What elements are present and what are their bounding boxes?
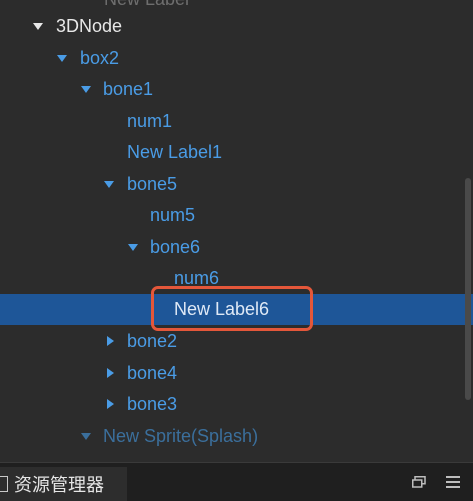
vertical-scrollbar[interactable] [465, 178, 471, 400]
expand-right-icon[interactable] [107, 399, 114, 409]
tree-row-bone4[interactable]: bone4 [0, 358, 473, 389]
tree-row-label: bone5 [127, 174, 178, 194]
tree-row-new-label1[interactable]: New Label1 [0, 137, 473, 168]
tree-row-label: bone2 [127, 331, 178, 351]
expand-down-icon[interactable] [81, 86, 91, 93]
tree-row-box2[interactable]: box2 [0, 43, 473, 74]
tree-row-new-label6[interactable]: New Label6 [0, 294, 473, 325]
expand-right-icon[interactable] [107, 336, 114, 346]
expand-down-icon[interactable] [128, 244, 138, 251]
tree-row-num1[interactable]: num1 [0, 106, 473, 137]
tree-row-bone3[interactable]: bone3 [0, 389, 473, 420]
tree-row-label: num6 [174, 268, 220, 288]
tree-row-label: num1 [127, 111, 173, 131]
tree-row-label: New Label6 [174, 299, 270, 319]
expand-down-icon[interactable] [81, 433, 91, 440]
tree-row-label: box2 [80, 48, 120, 68]
tree-row-label: New Sprite(Splash) [103, 426, 259, 446]
tree-row-label: New Label1 [127, 142, 223, 162]
tab-label: 资源管理器 [14, 475, 104, 495]
menu-icon[interactable] [446, 476, 460, 488]
tree-row-label: bone1 [103, 79, 154, 99]
window-icon[interactable] [412, 476, 426, 488]
expand-down-icon[interactable] [57, 55, 67, 62]
tree-row-label: num5 [150, 205, 196, 225]
tree-row-num6[interactable]: num6 [0, 263, 473, 294]
panel-icon [0, 476, 8, 492]
hierarchy-panel: New Label 3DNode box2 bone1 num1 New Lab… [0, 0, 473, 462]
tree-row-bone6[interactable]: bone6 [0, 232, 473, 263]
expand-down-icon[interactable] [104, 181, 114, 188]
bottom-panel-bar: 资源管理器 [0, 462, 473, 501]
tree-row-3dnode[interactable]: 3DNode [0, 11, 473, 42]
tree-row-new-sprite-splash[interactable]: New Sprite(Splash) [0, 421, 473, 452]
expand-right-icon[interactable] [107, 368, 114, 378]
tab-asset-manager[interactable]: 资源管理器 [0, 467, 127, 501]
tree-row-label: bone4 [127, 363, 178, 383]
expand-down-icon[interactable] [33, 23, 43, 30]
tree-row-bone2[interactable]: bone2 [0, 326, 473, 357]
tree-row-bone1[interactable]: bone1 [0, 74, 473, 105]
tree-row-bone5[interactable]: bone5 [0, 169, 473, 200]
tree-row-label: 3DNode [56, 16, 123, 36]
tree-row-label: bone3 [127, 394, 178, 414]
tree-row-label: bone6 [150, 237, 201, 257]
tree-row-num5[interactable]: num5 [0, 200, 473, 231]
tree-row-label: New Label [104, 0, 189, 10]
